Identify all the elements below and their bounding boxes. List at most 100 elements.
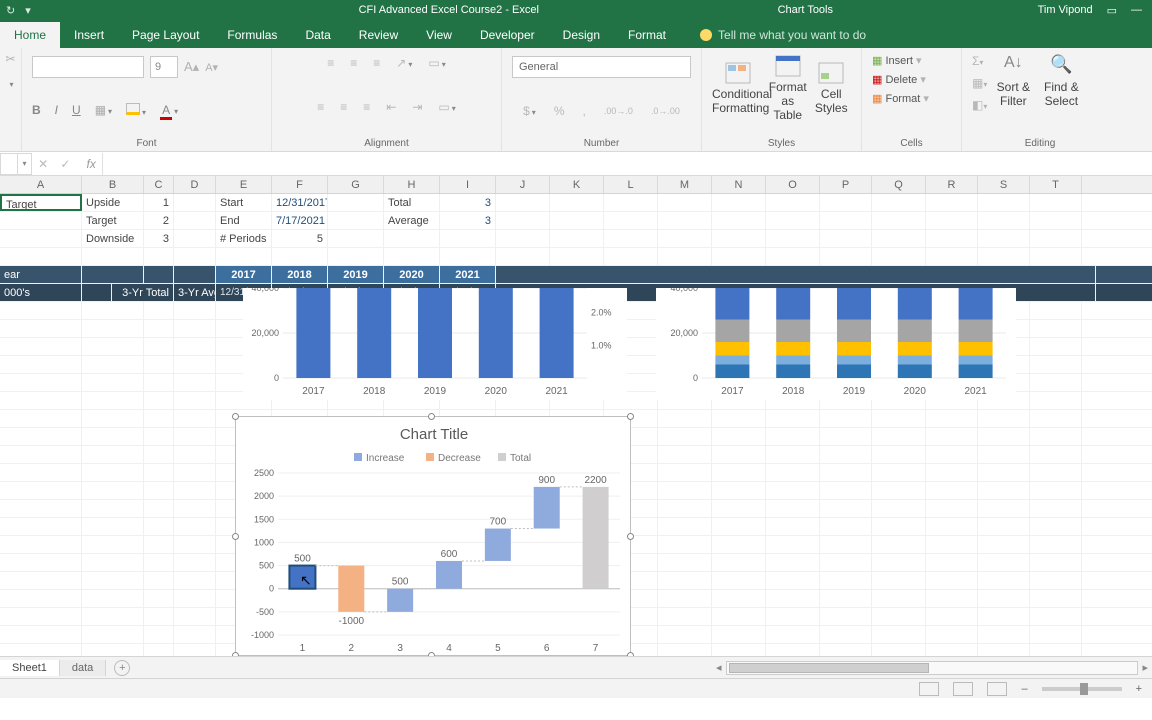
chart-waterfall[interactable]: Chart TitleIncreaseDecreaseTotal-1000-50… [235,416,631,656]
column-header[interactable]: L [604,176,658,193]
tab-page-layout[interactable]: Page Layout [118,22,213,48]
increase-decimal-icon[interactable]: .00→.0 [604,106,633,116]
tab-review[interactable]: Review [345,22,412,48]
minimize-icon[interactable]: — [1131,4,1142,16]
clear-icon[interactable]: ◧▾ [972,98,987,112]
decrease-indent-icon[interactable]: ⇤ [386,100,396,114]
scrollbar-thumb[interactable] [729,663,929,673]
column-header[interactable]: J [496,176,550,193]
redo-icon[interactable]: ↻ [6,4,15,17]
font-color-button[interactable]: A [160,103,178,117]
resize-handle[interactable] [428,413,435,420]
wrap-text-icon[interactable]: ▭ [428,56,445,70]
sheet-tab-data[interactable]: data [60,660,106,676]
resize-handle[interactable] [232,652,239,656]
font-size-input[interactable] [150,56,178,78]
column-header[interactable]: C [144,176,174,193]
insert-cells-button[interactable]: ▦ Insert ▾ [872,54,951,67]
column-header[interactable]: H [384,176,440,193]
conditional-formatting-button[interactable]: Conditional Formatting [712,61,764,115]
new-sheet-button[interactable]: + [114,660,130,676]
tab-home[interactable]: Home [0,22,60,48]
tab-insert[interactable]: Insert [60,22,118,48]
tab-design[interactable]: Design [549,22,614,48]
align-center-icon[interactable]: ≡ [340,100,347,114]
comma-format-icon[interactable]: , [582,104,585,118]
format-cells-button[interactable]: ▦ Format ▾ [872,92,951,105]
bold-button[interactable]: B [32,103,41,117]
fill-icon[interactable]: ▦▾ [972,76,987,90]
align-bottom-icon[interactable]: ≡ [373,56,380,70]
column-header[interactable]: O [766,176,820,193]
underline-button[interactable]: U [72,103,81,117]
enter-formula-icon[interactable]: ✓ [60,157,70,171]
delete-cells-button[interactable]: ▦ Delete ▾ [872,73,951,86]
italic-button[interactable]: I [55,103,58,117]
cancel-formula-icon[interactable]: ✕ [38,157,48,171]
find-select-button[interactable]: 🔍 Find & Select [1039,54,1083,108]
column-header[interactable]: F [272,176,328,193]
name-box-dropdown[interactable]: ▾ [18,153,32,175]
zoom-slider-knob[interactable] [1080,683,1088,695]
fx-icon[interactable]: fx [87,157,96,171]
borders-button[interactable]: ▦ [95,103,112,117]
normal-view-button[interactable] [919,682,939,696]
column-header[interactable]: T [1030,176,1082,193]
increase-indent-icon[interactable]: ⇥ [412,100,422,114]
column-header[interactable]: I [440,176,496,193]
column-header[interactable]: N [712,176,766,193]
column-header[interactable]: K [550,176,604,193]
worksheet-grid[interactable]: ABCDEFGHIJKLMNOPQRST TargetUpside1Start1… [0,176,1152,656]
scroll-left-icon[interactable]: ◂ [712,661,726,674]
tab-data[interactable]: Data [291,22,344,48]
cut-icon[interactable]: ✂ [5,52,15,66]
zoom-in-button[interactable]: + [1136,683,1142,695]
name-box[interactable] [0,153,18,175]
decrease-decimal-icon[interactable]: .0→.00 [651,106,680,116]
tab-format[interactable]: Format [614,22,680,48]
ribbon-display-icon[interactable]: ▭ [1107,4,1117,17]
formula-bar-input[interactable] [102,153,1152,175]
resize-handle[interactable] [627,652,634,656]
sheet-tab-sheet1[interactable]: Sheet1 [0,660,60,676]
align-middle-icon[interactable]: ≡ [350,56,357,70]
autosum-icon[interactable]: Σ▾ [972,54,987,68]
paste-icon[interactable] [8,76,14,90]
resize-handle[interactable] [232,533,239,540]
column-header[interactable]: S [978,176,1030,193]
horizontal-scrollbar[interactable] [726,661,1139,675]
column-header[interactable]: P [820,176,872,193]
percent-format-icon[interactable]: % [554,104,565,118]
tab-developer[interactable]: Developer [466,22,549,48]
column-header[interactable]: Q [872,176,926,193]
scroll-right-icon[interactable]: ▸ [1138,661,1152,674]
resize-handle[interactable] [627,413,634,420]
resize-handle[interactable] [232,413,239,420]
zoom-out-button[interactable]: – [1021,683,1027,695]
column-header[interactable]: G [328,176,384,193]
decrease-font-icon[interactable]: A▾ [205,61,218,74]
sort-filter-button[interactable]: A↓ Sort & Filter [993,54,1033,108]
fill-color-button[interactable] [126,103,146,118]
resize-handle[interactable] [627,533,634,540]
tab-formulas[interactable]: Formulas [213,22,291,48]
column-header[interactable]: D [174,176,216,193]
align-right-icon[interactable]: ≡ [363,100,370,114]
number-format-select[interactable] [512,56,691,78]
customize-qat-icon[interactable]: ▾ [25,4,31,17]
column-header[interactable]: E [216,176,272,193]
page-break-view-button[interactable] [987,682,1007,696]
format-as-table-button[interactable]: Format as Table [768,54,808,122]
tell-me-search[interactable]: Tell me what you want to do [700,28,866,48]
align-left-icon[interactable]: ≡ [317,100,324,114]
chart-column-line[interactable]: 020,00040,0001.0%2.0%2017201820192020202… [243,288,627,400]
column-header[interactable]: B [82,176,144,193]
column-header[interactable]: M [658,176,712,193]
column-headers[interactable]: ABCDEFGHIJKLMNOPQRST [0,176,1152,194]
orientation-icon[interactable]: ↗ [396,56,412,70]
page-layout-view-button[interactable] [953,682,973,696]
increase-font-icon[interactable]: A▴ [184,59,199,75]
merge-center-icon[interactable]: ▭ [438,100,455,114]
align-top-icon[interactable]: ≡ [327,56,334,70]
column-header[interactable]: R [926,176,978,193]
